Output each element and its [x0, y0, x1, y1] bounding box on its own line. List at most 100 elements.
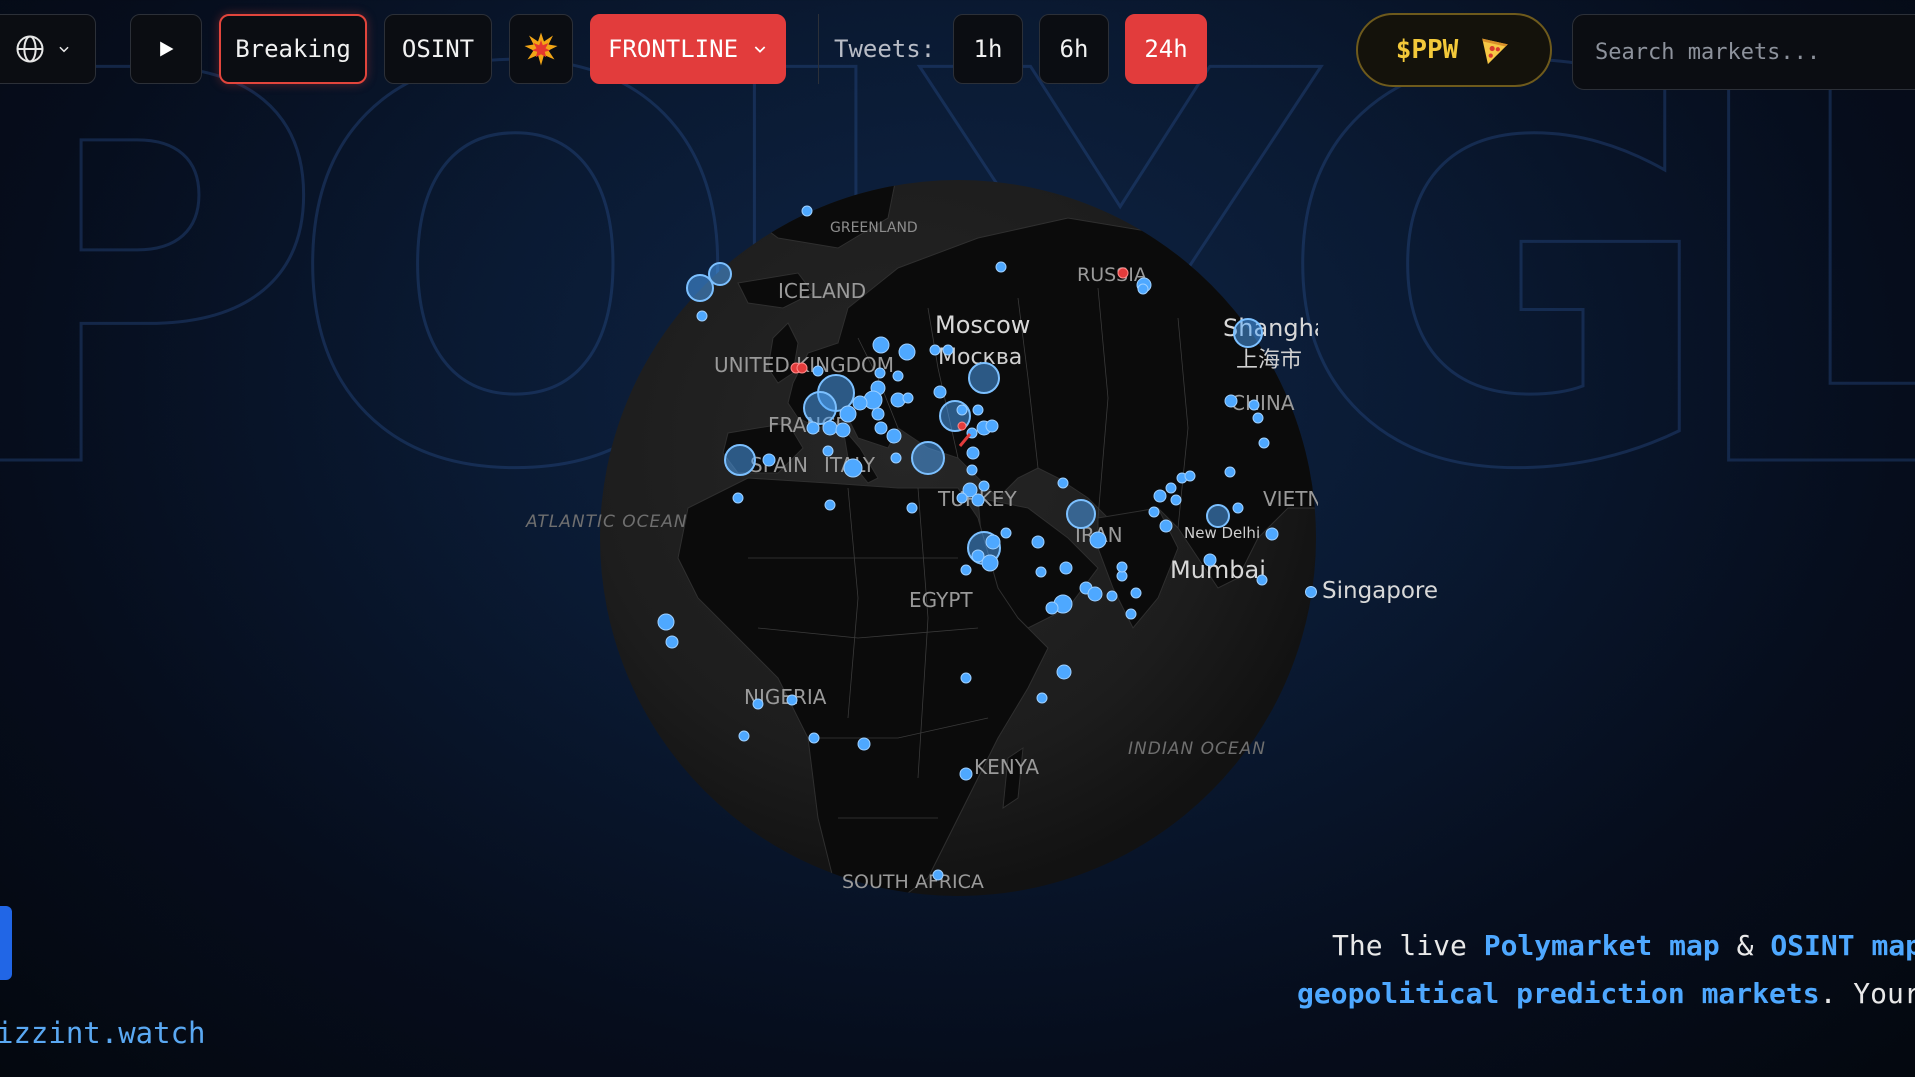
market-marker[interactable] [665, 635, 679, 649]
market-marker[interactable] [762, 453, 776, 467]
market-marker[interactable] [1056, 664, 1072, 680]
market-marker[interactable] [812, 365, 824, 377]
market-marker[interactable] [985, 419, 999, 433]
globe-svg[interactable]: GREENLAND ICELAND RUSSIA Moscow Москва U… [598, 178, 1353, 898]
market-marker[interactable] [1224, 394, 1238, 408]
market-marker[interactable] [822, 445, 834, 457]
alert-marker[interactable] [957, 421, 967, 431]
market-marker[interactable] [906, 502, 918, 514]
market-marker[interactable] [803, 391, 837, 425]
market-marker[interactable] [892, 370, 904, 382]
market-marker[interactable] [874, 421, 888, 435]
play-button[interactable] [130, 14, 202, 84]
market-marker[interactable] [1159, 519, 1173, 533]
market-marker[interactable] [1165, 482, 1177, 494]
market-marker[interactable] [835, 422, 851, 438]
market-marker[interactable] [752, 698, 764, 710]
market-marker[interactable] [971, 493, 985, 507]
market-marker[interactable] [1137, 283, 1149, 295]
polymarket-map-link[interactable]: Polymarket map [1484, 929, 1720, 962]
market-marker[interactable] [956, 404, 968, 416]
market-marker[interactable] [972, 404, 984, 416]
alert-marker[interactable] [1117, 267, 1129, 279]
market-marker[interactable] [978, 480, 990, 492]
frontline-dropdown[interactable]: FRONTLINE [590, 14, 786, 84]
market-marker[interactable] [995, 261, 1007, 273]
market-marker[interactable] [1036, 692, 1048, 704]
market-marker[interactable] [898, 343, 916, 361]
market-marker[interactable] [874, 367, 886, 379]
market-marker[interactable] [852, 395, 868, 411]
market-marker[interactable] [966, 464, 978, 476]
market-marker[interactable] [786, 694, 798, 706]
market-marker[interactable] [966, 446, 980, 460]
market-marker[interactable] [933, 385, 947, 399]
market-marker[interactable] [1206, 504, 1230, 528]
market-marker[interactable] [929, 344, 941, 356]
market-marker[interactable] [724, 444, 756, 476]
market-marker[interactable] [839, 405, 857, 423]
market-marker[interactable] [1045, 601, 1059, 615]
market-marker[interactable] [806, 421, 820, 435]
ppw-token-button[interactable]: $PPW [1356, 13, 1552, 87]
market-marker[interactable] [942, 344, 954, 356]
market-marker[interactable] [1232, 502, 1244, 514]
alert-marker[interactable] [796, 362, 808, 374]
market-marker[interactable] [696, 310, 708, 322]
market-marker[interactable] [956, 492, 968, 504]
market-marker[interactable] [872, 336, 890, 354]
market-marker[interactable] [801, 205, 813, 217]
market-marker[interactable] [959, 767, 973, 781]
market-marker[interactable] [738, 730, 750, 742]
market-marker[interactable] [657, 613, 675, 631]
market-marker[interactable] [857, 737, 871, 751]
market-marker[interactable] [1265, 527, 1279, 541]
market-marker[interactable] [843, 458, 863, 478]
search-input[interactable] [1572, 14, 1915, 90]
market-marker[interactable] [890, 452, 902, 464]
market-marker[interactable] [1233, 318, 1263, 348]
time-filter-1h[interactable]: 1h [953, 14, 1023, 84]
market-marker[interactable] [1153, 489, 1167, 503]
side-tab[interactable] [0, 906, 12, 980]
breaking-button[interactable]: Breaking [219, 14, 367, 84]
market-marker[interactable] [1170, 494, 1182, 506]
market-marker[interactable] [1059, 561, 1073, 575]
geopolitical-markets-link[interactable]: geopolitical prediction markets [1297, 977, 1820, 1010]
market-marker[interactable] [1258, 437, 1270, 449]
market-marker[interactable] [1106, 590, 1118, 602]
market-marker[interactable] [1125, 608, 1137, 620]
singapore-marker[interactable] [1305, 586, 1317, 598]
market-marker[interactable] [960, 564, 972, 576]
market-marker[interactable] [1256, 574, 1268, 586]
time-filter-6h[interactable]: 6h [1039, 14, 1109, 84]
market-marker[interactable] [1087, 586, 1103, 602]
market-marker[interactable] [1116, 561, 1128, 573]
market-marker[interactable] [808, 732, 820, 744]
market-marker[interactable] [1252, 412, 1264, 424]
time-filter-24h[interactable]: 24h [1125, 14, 1207, 84]
market-marker[interactable] [708, 262, 732, 286]
market-marker[interactable] [1035, 566, 1047, 578]
globe-selector-button[interactable] [0, 14, 96, 84]
market-marker[interactable] [1184, 470, 1196, 482]
market-marker[interactable] [1089, 531, 1107, 549]
market-marker[interactable] [1148, 506, 1160, 518]
market-marker[interactable] [1130, 587, 1142, 599]
market-marker[interactable] [822, 420, 838, 436]
market-marker[interactable] [932, 869, 944, 881]
site-link[interactable]: izzint.watch [0, 1016, 206, 1050]
market-marker[interactable] [1248, 399, 1260, 411]
market-marker[interactable] [981, 554, 999, 572]
market-marker[interactable] [1000, 527, 1012, 539]
market-marker[interactable] [911, 441, 945, 475]
market-marker[interactable] [732, 492, 744, 504]
market-marker[interactable] [1203, 553, 1217, 567]
market-marker[interactable] [871, 407, 885, 421]
market-marker[interactable] [824, 499, 836, 511]
market-marker[interactable] [902, 392, 914, 404]
market-marker[interactable] [1224, 466, 1236, 478]
market-marker[interactable] [985, 534, 1001, 550]
market-marker[interactable] [960, 672, 972, 684]
market-marker[interactable] [1031, 535, 1045, 549]
